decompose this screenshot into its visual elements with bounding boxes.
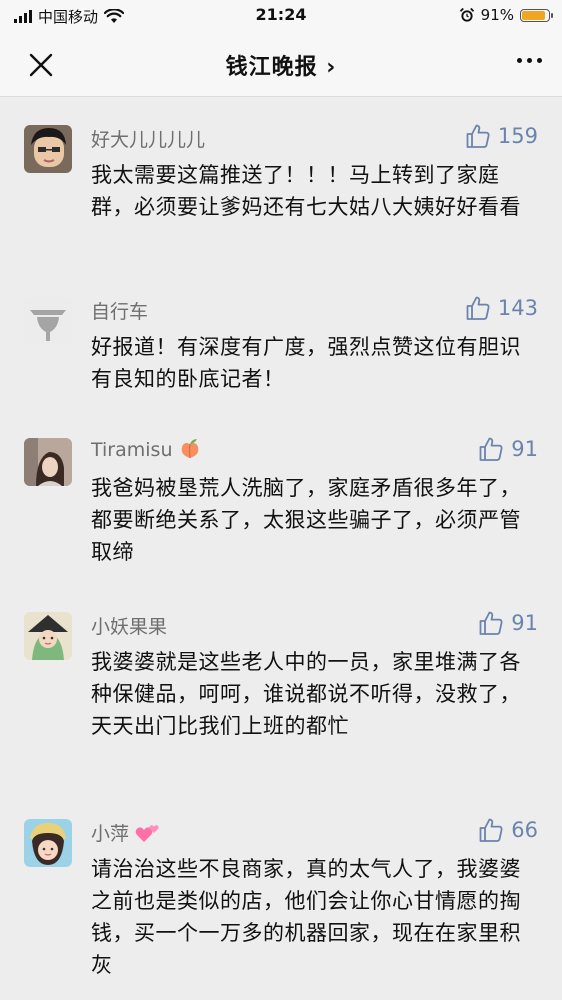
status-right: 91% <box>459 6 553 24</box>
like-button[interactable]: 91 <box>478 610 538 636</box>
chevron-right-icon: › <box>326 55 337 80</box>
battery-fill <box>522 10 546 20</box>
like-button[interactable]: 91 <box>478 436 538 462</box>
thumbs-up-icon <box>479 818 503 842</box>
comment-text: 请治治这些不良商家，真的太气人了，我婆婆之前也是类似的店，他们会让你心甘情愿的掏… <box>91 857 521 977</box>
avatar[interactable] <box>24 438 72 486</box>
like-button[interactable]: 143 <box>465 295 538 321</box>
like-count: 143 <box>497 296 538 320</box>
two-hearts-icon <box>135 825 159 842</box>
page-title: 钱江晚报 <box>225 55 318 80</box>
more-dot <box>527 58 532 63</box>
avatar[interactable] <box>24 297 72 345</box>
nickname-text: 小萍 <box>91 823 130 845</box>
official-account-title[interactable]: 钱江晚报 › <box>0 49 562 81</box>
comment-text: 好报道！有深度有广度，强烈点赞这位有胆识有良知的卧底记者！ <box>91 335 521 391</box>
avatar[interactable] <box>24 125 72 173</box>
alarm-icon <box>459 7 474 22</box>
comment-nickname: 好大儿儿儿儿 <box>91 129 206 151</box>
comment-nickname: Tiramisu <box>91 438 201 461</box>
comment-nickname: 小萍 <box>91 819 161 846</box>
more-dot <box>537 58 542 63</box>
comment-nickname: 小妖果果 <box>91 616 168 638</box>
avatar[interactable] <box>24 819 72 867</box>
status-bar: 中国移动 21:24 91% <box>0 0 562 32</box>
comment-text: 我太需要这篇推送了！！！马上转到了家庭群，必须要让爹妈还有七大姑八大姨好好看看 <box>91 163 521 219</box>
more-button[interactable] <box>517 58 542 63</box>
like-count: 91 <box>511 611 538 635</box>
peach-icon <box>181 439 198 459</box>
more-dot <box>517 58 522 63</box>
thumbs-up-icon <box>466 296 490 320</box>
avatar[interactable] <box>24 612 72 660</box>
comment-text: 我婆婆就是这些老人中的一员，家里堆满了各种保健品，呵呵，谁说都说不听得，没救了，… <box>91 650 521 738</box>
like-count: 91 <box>511 437 538 461</box>
like-button[interactable]: 66 <box>478 817 538 843</box>
like-count: 159 <box>497 124 538 148</box>
thumbs-up-icon <box>466 124 490 148</box>
thumbs-up-icon <box>479 437 503 461</box>
like-count: 66 <box>511 818 538 842</box>
battery-icon <box>520 8 553 22</box>
nickname-text: Tiramisu <box>91 439 173 461</box>
thumbs-up-icon <box>479 611 503 635</box>
comment-nickname: 自行车 <box>91 301 149 323</box>
battery-percent: 91% <box>480 6 514 24</box>
comment-text: 我爸妈被垦荒人洗脑了，家庭矛盾很多年了，都要断绝关系了，太狠这些骗子了，必须严管… <box>91 476 521 564</box>
nav-bar: 钱江晚报 › <box>0 32 562 97</box>
like-button[interactable]: 159 <box>465 123 538 149</box>
